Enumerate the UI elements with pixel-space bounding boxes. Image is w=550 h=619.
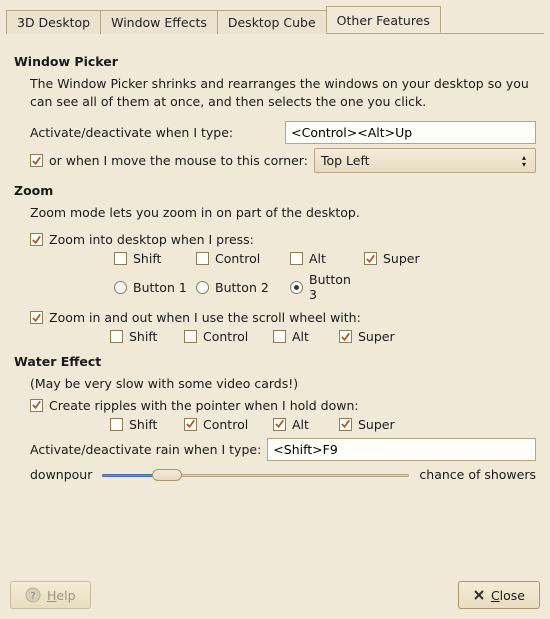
slider-right-label: chance of showers [419,467,536,482]
zoom-description: Zoom mode lets you zoom in on part of th… [30,204,536,222]
tab-bar: 3D Desktop Window Effects Desktop Cube O… [0,0,550,33]
help-button-label: Help [47,588,76,603]
help-button[interactable]: ? Help [10,581,91,609]
section-title-window-picker: Window Picker [14,54,536,69]
svg-text:?: ? [30,591,35,602]
water-rain-label: Activate/deactivate rain when I type: [30,442,261,457]
slider-left-label: downpour [30,467,92,482]
zoom-into-label: Zoom into desktop when I press: [49,232,254,247]
zoom-scroll-checkbox[interactable] [30,311,43,324]
water-mod-alt[interactable] [273,418,286,431]
close-button[interactable]: Close [458,581,540,609]
water-ripples-label: Create ripples with the pointer when I h… [49,398,359,413]
combo-arrows-icon: ▴▾ [519,154,529,168]
zoom-mod-shift[interactable] [114,252,127,265]
zoom-button1-radio[interactable] [114,281,127,294]
tab-desktop-cube[interactable]: Desktop Cube [217,10,327,34]
tab-other-features[interactable]: Other Features [326,6,441,33]
water-rain-shortcut-input[interactable] [267,438,536,461]
water-mod-control[interactable] [184,418,197,431]
window-picker-description: The Window Picker shrinks and rearranges… [30,75,536,111]
water-mod-shift[interactable] [110,418,123,431]
zoom-mod-control[interactable] [196,252,209,265]
window-picker-corner-checkbox[interactable] [30,154,43,167]
window-picker-corner-label: or when I move the mouse to this corner: [49,153,308,168]
zoom-scroll-mod-alt[interactable] [273,330,286,343]
zoom-scroll-label: Zoom in and out when I use the scroll wh… [49,310,361,325]
zoom-mod-alt[interactable] [290,252,303,265]
section-title-zoom: Zoom [14,183,536,198]
zoom-scroll-mod-control[interactable] [184,330,197,343]
zoom-button2-radio[interactable] [196,281,209,294]
close-icon [473,589,485,601]
zoom-mod-super[interactable] [364,252,377,265]
window-picker-shortcut-input[interactable] [285,121,536,144]
water-slider[interactable] [102,467,409,483]
water-ripples-checkbox[interactable] [30,399,43,412]
water-mod-super[interactable] [339,418,352,431]
help-icon: ? [25,587,41,603]
zoom-scroll-mod-shift[interactable] [110,330,123,343]
tab-content: Window Picker The Window Picker shrinks … [0,34,550,575]
zoom-into-checkbox[interactable] [30,233,43,246]
window-picker-activate-label: Activate/deactivate when I type: [30,125,233,140]
tab-3d-desktop[interactable]: 3D Desktop [6,10,101,34]
water-note: (May be very slow with some video cards!… [30,375,536,393]
section-title-water: Water Effect [14,354,536,369]
zoom-scroll-mod-super[interactable] [339,330,352,343]
window-picker-corner-combo[interactable]: Top Left ▴▾ [314,148,536,173]
close-button-label: Close [491,588,525,603]
zoom-button3-radio[interactable] [290,281,303,294]
tab-window-effects[interactable]: Window Effects [100,10,218,34]
